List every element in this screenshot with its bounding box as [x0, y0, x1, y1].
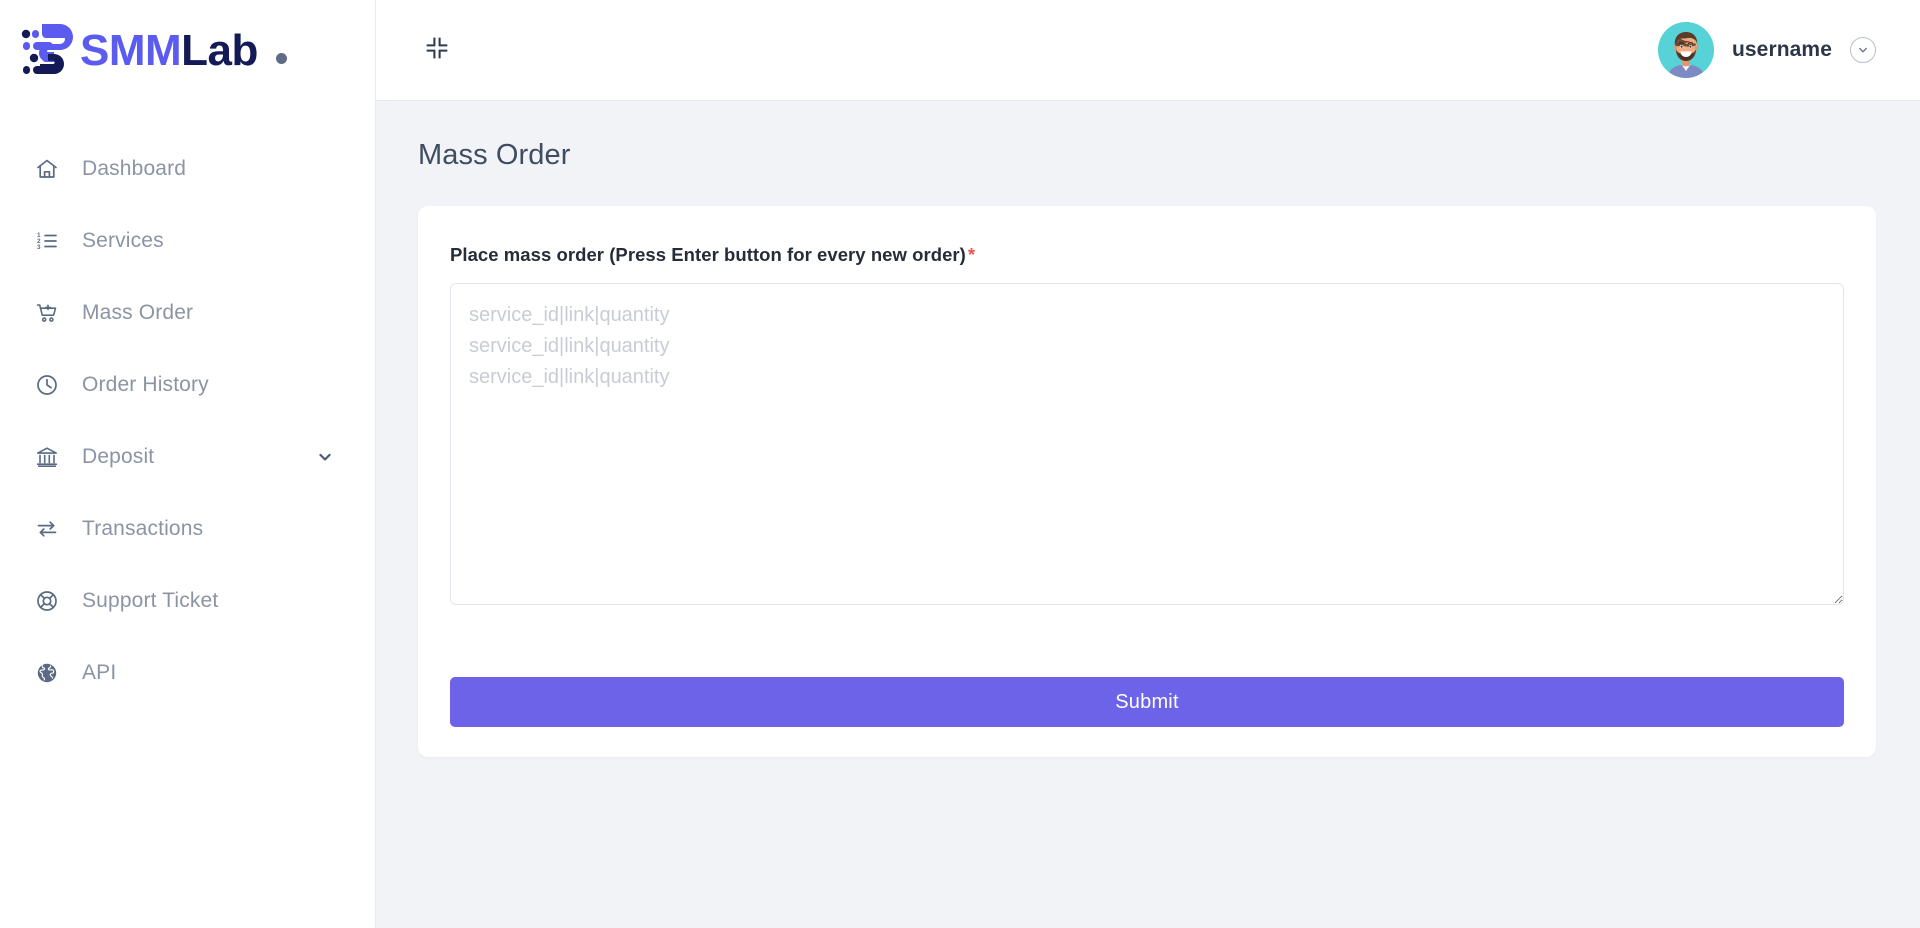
topbar: username — [376, 0, 1920, 101]
user-menu[interactable]: username — [1657, 22, 1876, 78]
cart-plus-icon — [34, 300, 60, 326]
chevron-down-icon[interactable] — [315, 447, 335, 467]
bank-icon — [34, 444, 60, 470]
sidebar-item-deposit[interactable]: Deposit — [0, 421, 375, 493]
home-icon — [34, 156, 60, 182]
sidebar: SMMLab Dashboard 1 2 3 Services Mass Ord… — [0, 0, 376, 928]
sidebar-item-services[interactable]: 1 2 3 Services — [0, 205, 375, 277]
brand-logo-wrap: SMMLab — [16, 20, 287, 82]
submit-row: Submit — [450, 677, 1844, 727]
submit-button[interactable]: Submit — [450, 677, 1844, 727]
sidebar-item-support-ticket[interactable]: Support Ticket — [0, 565, 375, 637]
sidebar-item-api[interactable]: API — [0, 637, 375, 709]
sidebar-item-label: Order History — [82, 373, 209, 396]
compress-icon — [424, 35, 450, 66]
sidebar-item-mass-order[interactable]: Mass Order — [0, 277, 375, 349]
sidebar-item-label: Services — [82, 229, 164, 252]
smmlab-speed-s-icon — [16, 20, 78, 82]
brand-wordmark: SMMLab — [80, 25, 258, 75]
mass-order-card: Place mass order (Press Enter button for… — [418, 206, 1876, 757]
app-root: SMMLab Dashboard 1 2 3 Services Mass Ord… — [0, 0, 1920, 928]
brand-logo[interactable]: SMMLab — [0, 0, 375, 101]
sidebar-item-dashboard[interactable]: Dashboard — [0, 133, 375, 205]
main-area: username Mass Order Place mass order (Pr… — [376, 0, 1920, 928]
clock-icon — [34, 372, 60, 398]
svg-text:3: 3 — [37, 244, 41, 251]
sidebar-item-order-history[interactable]: Order History — [0, 349, 375, 421]
exchange-arrows-icon — [34, 516, 60, 542]
chevron-down-circle-icon[interactable] — [1850, 37, 1876, 63]
mass-order-textarea[interactable] — [450, 283, 1844, 605]
required-asterisk: * — [967, 244, 976, 265]
page-title: Mass Order — [418, 139, 571, 171]
life-ring-icon — [34, 588, 60, 614]
mass-order-field-label: Place mass order (Press Enter button for… — [450, 244, 1844, 266]
page-content: Mass Order Place mass order (Press Enter… — [376, 101, 1920, 928]
username-label: username — [1731, 38, 1832, 61]
sidebar-item-label: API — [82, 661, 117, 684]
globe-icon — [34, 660, 60, 686]
brand-dot-icon — [275, 53, 287, 64]
ordered-list-icon: 1 2 3 — [34, 228, 60, 254]
mass-order-field-label-text: Place mass order (Press Enter button for… — [450, 244, 966, 265]
sidebar-item-label: Mass Order — [82, 301, 194, 324]
collapse-sidebar-button[interactable] — [416, 29, 458, 71]
brand-wordmark-b: Lab — [181, 25, 258, 75]
sidebar-item-transactions[interactable]: Transactions — [0, 493, 375, 565]
sidebar-item-label: Dashboard — [82, 157, 187, 180]
sidebar-item-label: Deposit — [82, 445, 155, 468]
sidebar-item-label: Support Ticket — [82, 589, 219, 612]
brand-wordmark-a: SMM — [80, 25, 182, 75]
sidebar-item-label: Transactions — [82, 517, 204, 540]
user-avatar-bearded-man — [1657, 22, 1714, 78]
sidebar-nav: Dashboard 1 2 3 Services Mass Order Orde… — [0, 101, 375, 709]
